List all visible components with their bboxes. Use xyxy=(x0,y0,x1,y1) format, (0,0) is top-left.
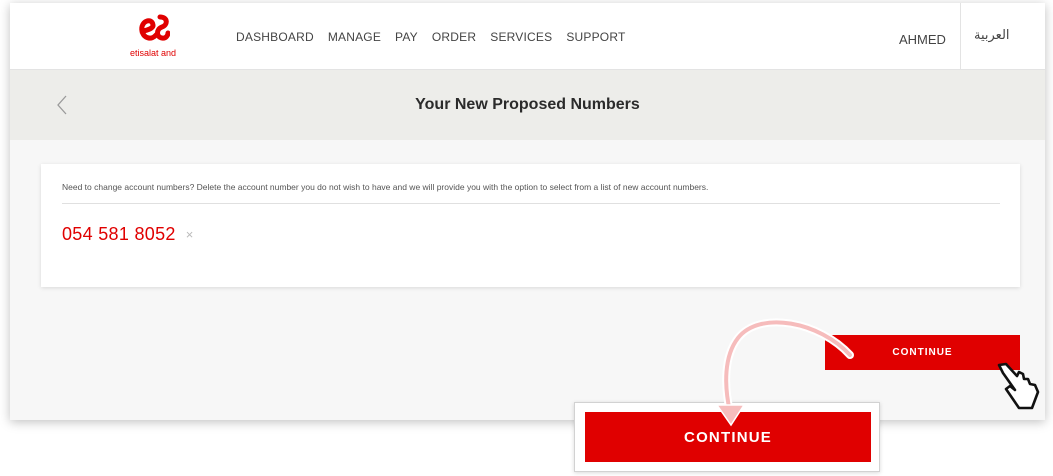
nav-services[interactable]: SERVICES xyxy=(490,30,552,44)
etisalat-logo[interactable]: etisalat and xyxy=(118,11,188,63)
card-divider xyxy=(62,203,1000,204)
language-switch[interactable]: العربية xyxy=(974,28,1010,43)
nav-order[interactable]: ORDER xyxy=(432,30,476,44)
zoomed-continue-callout: CONTINUE xyxy=(574,402,880,472)
continue-button[interactable]: CONTINUE xyxy=(825,335,1020,370)
instructions-text: Need to change account numbers? Delete t… xyxy=(62,182,709,192)
account-number-item: 054 581 8052 × xyxy=(62,224,193,245)
page-title: Your New Proposed Numbers xyxy=(415,96,640,113)
nav-dashboard[interactable]: DASHBOARD xyxy=(236,30,314,44)
nav-manage[interactable]: MANAGE xyxy=(328,30,381,44)
eand-logo-icon xyxy=(139,14,170,41)
zoomed-continue-button[interactable]: CONTINUE xyxy=(585,412,871,462)
main-menu: DASHBOARD MANAGE PAY ORDER SERVICES SUPP… xyxy=(236,30,640,44)
browser-frame: etisalat and DASHBOARD MANAGE PAY ORDER … xyxy=(10,3,1045,420)
account-number: 054 581 8052 xyxy=(62,224,176,244)
nav-support[interactable]: SUPPORT xyxy=(566,30,625,44)
logo-label: etisalat and xyxy=(129,48,177,58)
page-header: Your New Proposed Numbers xyxy=(10,70,1045,140)
nav-divider xyxy=(960,3,961,69)
remove-number-icon[interactable]: × xyxy=(186,227,194,242)
user-name-menu[interactable]: AHMED xyxy=(899,32,946,47)
nav-pay[interactable]: PAY xyxy=(395,30,418,44)
top-navigation: etisalat and DASHBOARD MANAGE PAY ORDER … xyxy=(10,3,1045,70)
proposed-numbers-card: Need to change account numbers? Delete t… xyxy=(41,164,1020,287)
